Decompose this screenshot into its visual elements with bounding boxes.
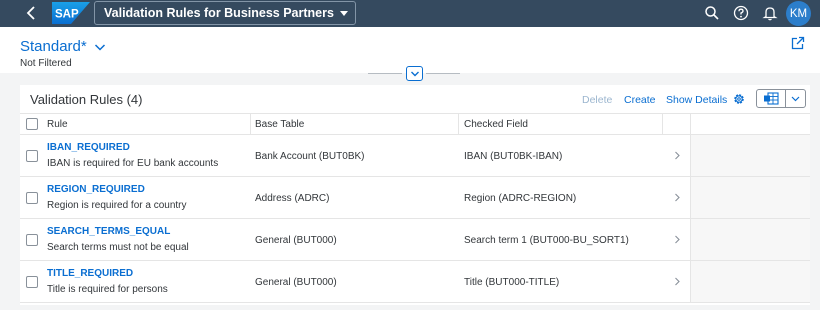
header-divider-right [426, 73, 460, 74]
filter-status-text: Not Filtered [20, 58, 72, 69]
checked-field-cell: Search term 1 (BUT000-BU_SORT1) [464, 235, 629, 246]
row-checkbox[interactable] [26, 276, 38, 288]
base-table-cell: General (BUT000) [255, 235, 337, 246]
show-details-button[interactable]: Show Details [666, 94, 727, 106]
checked-field-cell: Region (ADRC-REGION) [464, 193, 577, 204]
caret-down-icon [339, 11, 348, 16]
table-body: IBAN_REQUIRED IBAN is required for EU ba… [20, 135, 810, 303]
base-table-cell: Bank Account (BUT0BK) [255, 151, 365, 162]
app-title-menu[interactable]: Validation Rules for Business Partners [94, 1, 356, 25]
row-filler [690, 219, 810, 260]
rule-name-link[interactable]: IBAN_REQUIRED [47, 142, 130, 153]
user-avatar[interactable]: KM [786, 1, 811, 26]
rule-name-link[interactable]: SEARCH_TERMS_EQUAL [47, 226, 170, 237]
column-header-rule[interactable]: Rule [47, 119, 68, 130]
create-button[interactable]: Create [624, 94, 656, 106]
rule-name-link[interactable]: TITLE_REQUIRED [47, 268, 133, 279]
back-icon[interactable] [22, 3, 42, 23]
column-header-checked-field[interactable]: Checked Field [464, 119, 528, 130]
column-separator [250, 114, 251, 136]
sap-logo[interactable]: SAP [52, 2, 90, 24]
table-title: Validation Rules (4) [30, 92, 143, 107]
row-filler [690, 177, 810, 218]
variant-selector[interactable]: Standard* [20, 38, 106, 55]
nav-arrow-icon[interactable] [673, 235, 681, 244]
row-filler [690, 135, 810, 176]
column-separator [662, 114, 663, 136]
collapse-header-button[interactable] [406, 66, 423, 81]
table-row[interactable]: IBAN_REQUIRED IBAN is required for EU ba… [20, 135, 810, 177]
search-icon[interactable] [703, 4, 721, 22]
export-to-spreadsheet[interactable] [757, 90, 786, 107]
nav-arrow-icon[interactable] [673, 277, 681, 286]
nav-arrow-icon[interactable] [673, 151, 681, 160]
shell-bar: SAP Validation Rules for Business Partne… [0, 0, 820, 27]
base-table-cell: General (BUT000) [255, 277, 337, 288]
bell-icon[interactable] [761, 4, 779, 22]
delete-button[interactable]: Delete [582, 94, 612, 106]
header-divider-left [368, 73, 402, 74]
help-icon[interactable] [732, 4, 750, 22]
rule-description: Title is required for persons [47, 284, 168, 295]
svg-text:SAP: SAP [55, 9, 79, 21]
table-row[interactable]: SEARCH_TERMS_EQUAL Search terms must not… [20, 219, 810, 261]
table-row[interactable]: REGION_REQUIRED Region is required for a… [20, 177, 810, 219]
column-separator [458, 114, 459, 136]
select-all-checkbox[interactable] [26, 118, 38, 130]
export-menu-arrow[interactable] [786, 90, 805, 107]
table-header: Rule Base Table Checked Field [20, 113, 810, 136]
rule-description: Region is required for a country [47, 200, 187, 211]
collapse-icon [410, 71, 419, 76]
gear-icon[interactable] [732, 92, 746, 106]
base-table-cell: Address (ADRC) [255, 193, 330, 204]
validation-rules-table: Validation Rules (4) Delete Create Show … [20, 85, 810, 305]
rule-description: IBAN is required for EU bank accounts [47, 158, 219, 169]
table-row[interactable]: TITLE_REQUIRED Title is required for per… [20, 261, 810, 303]
column-separator [690, 114, 691, 136]
export-icon [764, 92, 779, 105]
rule-name-link[interactable]: REGION_REQUIRED [47, 184, 145, 195]
rule-description: Search terms must not be equal [47, 242, 189, 253]
row-filler [690, 261, 810, 302]
checked-field-cell: Title (BUT000-TITLE) [464, 277, 560, 288]
checked-field-cell: IBAN (BUT0BK-IBAN) [464, 151, 563, 162]
row-checkbox[interactable] [26, 192, 38, 204]
export-button[interactable] [756, 89, 806, 108]
share-icon[interactable] [791, 36, 805, 50]
chevron-down-icon [94, 43, 105, 51]
row-checkbox[interactable] [26, 234, 38, 246]
chevron-down-icon [791, 96, 800, 101]
row-checkbox[interactable] [26, 150, 38, 162]
column-header-base-table[interactable]: Base Table [255, 119, 304, 130]
variant-name: Standard* [20, 38, 87, 55]
app-title: Validation Rules for Business Partners [104, 6, 334, 20]
nav-arrow-icon[interactable] [673, 193, 681, 202]
